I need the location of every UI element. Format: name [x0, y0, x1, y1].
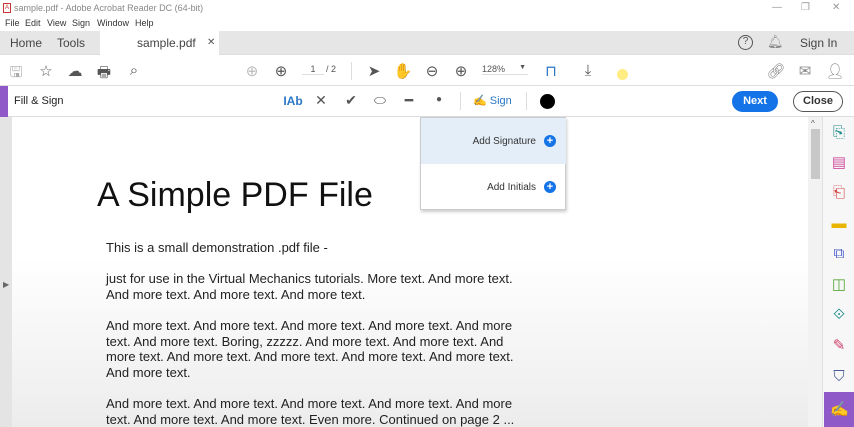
scroll-mode-icon[interactable]: ⤓ [578, 62, 598, 79]
bell-icon[interactable]: 🔔︎ [767, 34, 784, 50]
save-icon[interactable]: 🖫 [6, 62, 26, 87]
zoom-value: 128% [482, 64, 506, 74]
menu-view[interactable]: View [47, 18, 66, 28]
fill-sign-accent [0, 86, 8, 117]
create-pdf-icon[interactable]: ⎗ [827, 181, 851, 205]
menu-sign[interactable]: Sign [72, 18, 90, 28]
document-paragraph: And more text. And more text. And more t… [106, 396, 515, 427]
menu-help[interactable]: Help [135, 18, 154, 28]
organize-pages-icon[interactable]: ▤ [827, 151, 851, 175]
sign-in-link[interactable]: Sign In [800, 36, 837, 50]
cursor-highlight [617, 69, 628, 80]
document-heading: A Simple PDF File [97, 176, 373, 214]
scroll-up-icon[interactable]: ^ [811, 119, 815, 128]
checkmark-icon[interactable]: ✔ [341, 92, 361, 109]
document-paragraph: This is a small demonstration .pdf file … [106, 240, 328, 255]
document-paragraph: And more text. And more text. And more t… [106, 318, 514, 380]
next-page-icon[interactable]: ⊕ [271, 62, 291, 80]
close-button[interactable]: Close [793, 91, 843, 112]
fill-sign-bar: Fill & Sign IAb ✕ ✔ ⬭ ━ ● ✍ Sign Next Cl… [0, 86, 854, 117]
add-user-icon[interactable]: 👤︎ [825, 62, 845, 80]
sign-button[interactable]: ✍ Sign [473, 94, 512, 107]
export-pdf-icon[interactable]: ⎘ [827, 121, 851, 145]
line-icon[interactable]: ━ [399, 92, 419, 109]
page-number-input[interactable]: 1 [302, 64, 324, 75]
scrollbar-thumb[interactable] [811, 129, 820, 179]
title-bar: A sample.pdf - Adobe Acrobat Reader DC (… [0, 0, 854, 17]
print-icon[interactable]: 🖶 [94, 62, 114, 87]
comment-icon[interactable]: ▬ [827, 212, 851, 236]
email-icon[interactable]: ✉ [795, 62, 815, 80]
add-initials-label: Add Initials [487, 182, 536, 193]
close-window-button[interactable]: ✕ [832, 2, 840, 13]
acrobat-icon: A [3, 3, 11, 13]
add-signature-item[interactable]: Add Signature + [421, 118, 566, 164]
bookmark-star-icon[interactable]: ☆ [36, 62, 56, 80]
document-paragraph: just for use in the Virtual Mechanics tu… [106, 271, 513, 302]
restore-button[interactable]: ❐ [801, 2, 810, 13]
tab-tools[interactable]: Tools [57, 36, 85, 50]
left-panel: ▶ [0, 117, 12, 427]
menu-edit[interactable]: Edit [25, 18, 41, 28]
pen-icon: ✍ [473, 95, 487, 107]
previous-page-icon[interactable]: ⊕ [242, 62, 262, 80]
hand-tool-icon[interactable]: ✋ [393, 62, 413, 80]
select-cursor-icon[interactable]: ➤ [364, 62, 384, 80]
fit-page-icon[interactable]: ⊓ [541, 62, 561, 80]
right-tools-panel: ⎘ ▤ ⎗ ▬ ⧉ ◫ ⟐ ✎ ⛉ ✍ [822, 117, 854, 427]
upload-cloud-icon[interactable]: ☁ [65, 62, 85, 80]
divider [351, 62, 352, 80]
page-total: / 2 [326, 64, 337, 74]
next-button[interactable]: Next [732, 91, 778, 112]
combine-files-icon[interactable]: ⧉ [827, 242, 851, 266]
add-signature-label: Add Signature [472, 136, 536, 147]
scan-icon[interactable]: ⟐ [827, 303, 851, 327]
zoom-out-icon[interactable]: ⊖ [422, 62, 442, 80]
divider [460, 92, 461, 110]
expand-panel-icon[interactable]: ▶ [3, 280, 9, 289]
close-tab-icon[interactable]: ✕ [207, 37, 215, 48]
minimize-button[interactable]: — [772, 2, 782, 13]
edit-sign-icon[interactable]: ✎ [827, 334, 851, 358]
sign-label: Sign [489, 95, 512, 107]
tab-bar: Home Tools sample.pdf ✕ ? 🔔︎ Sign In [0, 31, 854, 55]
fill-sign-title: Fill & Sign [14, 95, 64, 107]
dot-icon[interactable]: ● [429, 94, 449, 105]
tab-document[interactable]: sample.pdf ✕ [100, 31, 219, 55]
fill-sign-tool-icon[interactable]: ✍ [824, 392, 854, 427]
help-icon[interactable]: ? [738, 35, 753, 50]
zoom-select[interactable]: 128% ▼ [482, 64, 528, 75]
zoom-search-icon[interactable]: ⌕ [124, 62, 144, 79]
cross-mark-icon[interactable]: ✕ [311, 92, 331, 109]
zoom-in-icon[interactable]: ⊕ [451, 62, 471, 80]
compress-icon[interactable]: ◫ [827, 273, 851, 297]
plus-circle-icon: + [544, 181, 556, 193]
protect-shield-icon[interactable]: ⛉ [827, 365, 851, 389]
menu-bar: File Edit View Sign Window Help [0, 17, 854, 31]
toolbar: 🖫 ☆ ☁ 🖶 ⌕ ⊕ ⊕ 1 / 2 ➤ ✋ ⊖ ⊕ 128% ▼ ⊓ ⤓ 🔗︎… [0, 55, 854, 86]
add-initials-item[interactable]: Add Initials + [421, 164, 566, 210]
divider [526, 92, 527, 110]
menu-file[interactable]: File [5, 18, 20, 28]
ellipse-icon[interactable]: ⬭ [370, 92, 390, 109]
plus-circle-icon: + [544, 135, 556, 147]
add-text-icon[interactable]: IAb [281, 94, 305, 108]
tab-document-label: sample.pdf [137, 36, 196, 50]
window-title: sample.pdf - Adobe Acrobat Reader DC (64… [14, 3, 204, 13]
chevron-down-icon: ▼ [519, 64, 526, 71]
share-link-icon[interactable]: 🔗︎ [766, 62, 786, 80]
signature-menu: Add Signature + Add Initials + [420, 117, 566, 210]
color-picker[interactable] [540, 94, 555, 109]
tab-home[interactable]: Home [10, 36, 42, 50]
menu-window[interactable]: Window [97, 18, 129, 28]
